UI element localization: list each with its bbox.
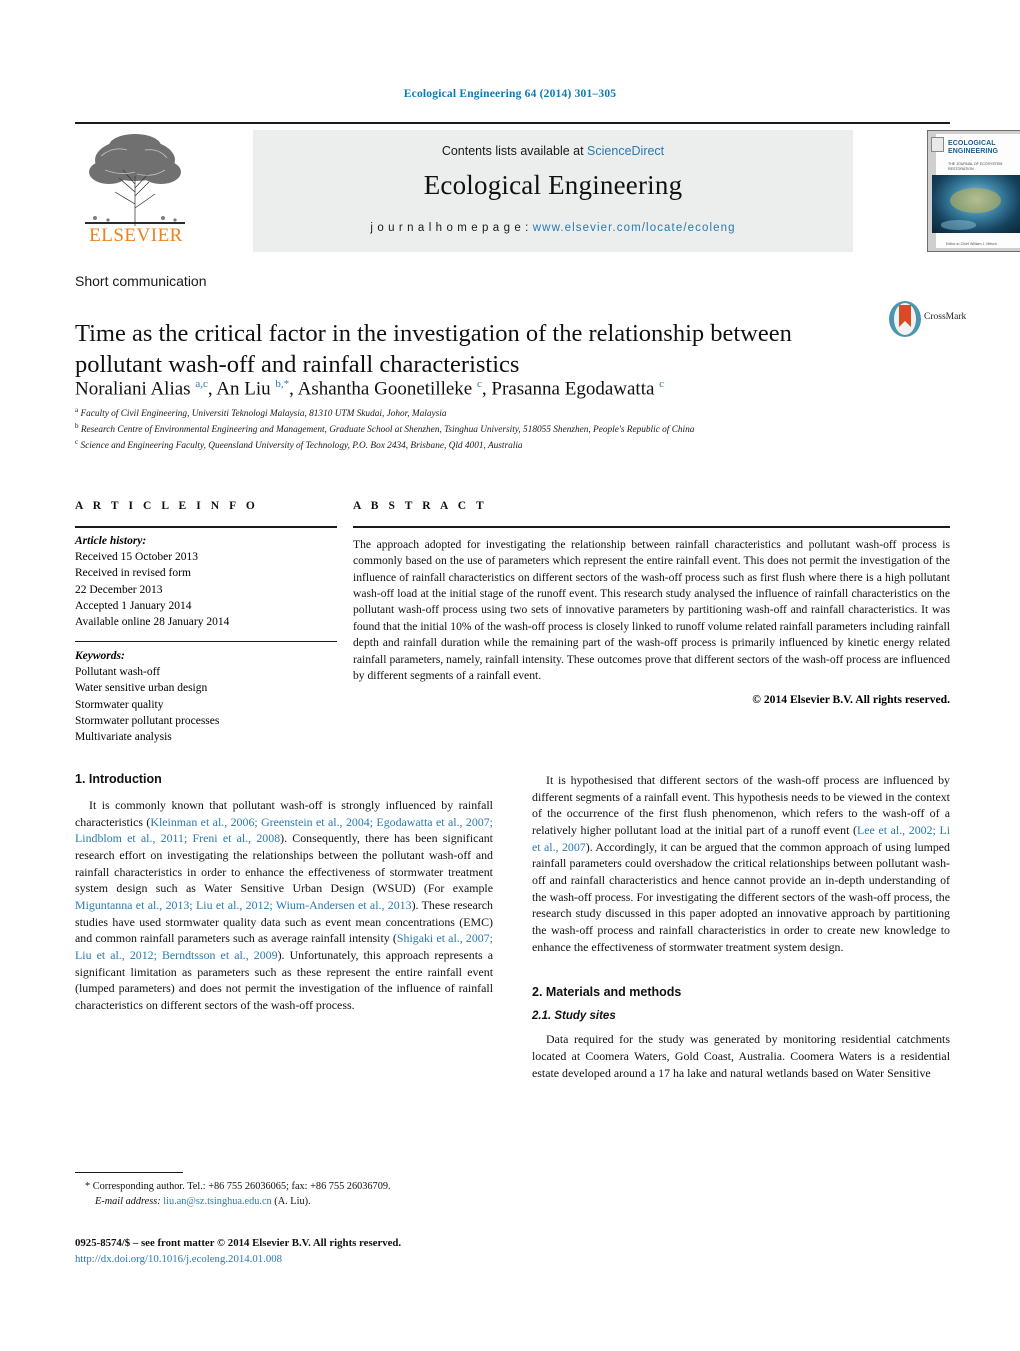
keyword-item: Water sensitive urban design [75, 682, 208, 695]
info-abstract-block: A R T I C L E I N F O Article history: R… [75, 500, 950, 743]
affiliation-item: b Research Centre of Environmental Engin… [75, 421, 815, 437]
doi-link[interactable]: http://dx.doi.org/10.1016/j.ecoleng.2014… [75, 1252, 575, 1268]
page-title: Time as the critical factor in the inves… [75, 320, 792, 379]
crossmark-label: CrossMark [924, 312, 967, 322]
homepage-url[interactable]: www.elsevier.com/locate/ecoleng [533, 222, 736, 234]
article-type: Short communication [75, 273, 207, 289]
keyword-item: Pollutant wash-off [75, 666, 161, 679]
abstract-text: The approach adopted for investigating t… [353, 537, 950, 683]
contents-prefix: Contents lists available at [441, 144, 588, 158]
body-column-left: 1. Introduction It is commonly known tha… [75, 772, 493, 1022]
history-item: Accepted 1 January 2014 [75, 599, 192, 612]
history-item: Available online 28 January 2014 [75, 616, 230, 629]
journal-title: Ecological Engineering [423, 170, 683, 200]
journal-banner: Contents lists available at ScienceDirec… [253, 130, 853, 252]
keyword-item: Stormwater quality [75, 698, 164, 711]
journal-cover-thumbnail: ECOLOGICAL ENGINEERING THE JOURNAL OF EC… [927, 130, 1020, 252]
elsevier-wordmark: ELSEVIER [89, 225, 183, 246]
article-info-column: A R T I C L E I N F O Article history: R… [75, 500, 337, 746]
paragraph-intro-2: It is hypothesised that different sector… [532, 773, 951, 954]
paragraph-intro-1: It is commonly known that pollutant wash… [75, 798, 493, 1012]
cover-subtitle: THE JOURNAL OF ECOSYSTEM RESTORATION [948, 162, 1003, 171]
cover-footer-text: Editor-in-Chief William J. Mitsch [946, 241, 997, 246]
keywords-label: Keywords: [75, 649, 125, 662]
affiliation-marker: b [75, 422, 79, 431]
masthead-top-rule [75, 122, 950, 124]
journal-masthead: ELSEVIER Contents lists available at Sci… [75, 122, 1020, 254]
article-info-heading: A R T I C L E I N F O [75, 500, 259, 512]
affiliation-marker: c [75, 438, 79, 447]
abstract-copyright: © 2014 Elsevier B.V. All rights reserved… [752, 692, 950, 706]
journal-homepage-line: j o u r n a l h o m e p a g e : www.else… [253, 222, 853, 234]
history-item: 22 December 2013 [75, 583, 163, 596]
corresponding-author-note: * Corresponding author. Tel.: +86 755 26… [85, 1181, 391, 1193]
issn-line: 0925-8574/$ – see front matter © 2014 El… [75, 1237, 402, 1249]
article-history: Article history: Received 15 October 201… [75, 533, 337, 631]
affiliation-text: Research Centre of Environmental Enginee… [80, 425, 695, 436]
affiliation-marker: a [75, 406, 79, 414]
body-columns: 1. Introduction It is commonly known tha… [75, 772, 950, 1212]
keywords-rule [75, 640, 337, 642]
affiliation-item: a Faculty of Civil Engineering, Universi… [75, 405, 815, 421]
crossmark-badge[interactable]: CrossMark [888, 300, 966, 342]
affiliation-text: Science and Engineering Faculty, Queensl… [80, 441, 523, 452]
footnote-rule [75, 1172, 183, 1174]
abstract-column: A B S T R A C T The approach adopted for… [353, 500, 950, 706]
journal-article-page: Ecological Engineering 64 (2014) 301–305 [0, 0, 1020, 1351]
author-list: Noraliani Alias a,c, An Liu b,*, Ashanth… [75, 378, 665, 400]
cover-title: ECOLOGICAL ENGINEERING [948, 140, 999, 156]
cover-artwork [932, 175, 1020, 233]
contents-line: Contents lists available at ScienceDirec… [253, 144, 853, 158]
issn-copyright-block: 0925-8574/$ – see front matter © 2014 El… [75, 1236, 575, 1267]
crossmark-icon [889, 301, 921, 337]
affiliation-text: Faculty of Civil Engineering, Universiti… [80, 409, 447, 420]
keywords-block: Keywords: Pollutant wash-off Water sensi… [75, 648, 337, 746]
subsection-heading-study-sites: 2.1. Study sites [532, 1010, 616, 1023]
article-history-label: Article history: [75, 534, 147, 547]
keyword-item: Multivariate analysis [75, 731, 172, 744]
article-info-rule [75, 526, 337, 528]
homepage-label: j o u r n a l h o m e p a g e : [370, 222, 529, 234]
abstract-rule [353, 526, 950, 528]
footnote-block: * Corresponding author. Tel.: +86 755 26… [75, 1172, 493, 1210]
running-head: Ecological Engineering 64 (2014) 301–305 [403, 88, 617, 100]
section-heading-introduction: 1. Introduction [75, 772, 162, 786]
history-item: Received in revised form [75, 567, 191, 580]
sciencedirect-link[interactable]: ScienceDirect [587, 144, 664, 158]
corresponding-author-email[interactable]: E-mail address: liu.an@sz.tsinghua.edu.c… [75, 1195, 493, 1210]
affiliation-item: c Science and Engineering Faculty, Queen… [75, 437, 815, 453]
affiliation-list: a Faculty of Civil Engineering, Universi… [75, 405, 815, 454]
abstract-heading: A B S T R A C T [353, 500, 488, 512]
cover-elsevier-mark [931, 137, 944, 152]
section-heading-materials-methods: 2. Materials and methods [532, 985, 682, 1000]
keyword-item: Stormwater pollutant processes [75, 715, 220, 728]
history-item: Received 15 October 2013 [75, 550, 198, 563]
paragraph-study-sites-1: Data required for the study was generate… [532, 1032, 950, 1080]
body-column-right: It is hypothesised that different sector… [532, 772, 950, 1081]
